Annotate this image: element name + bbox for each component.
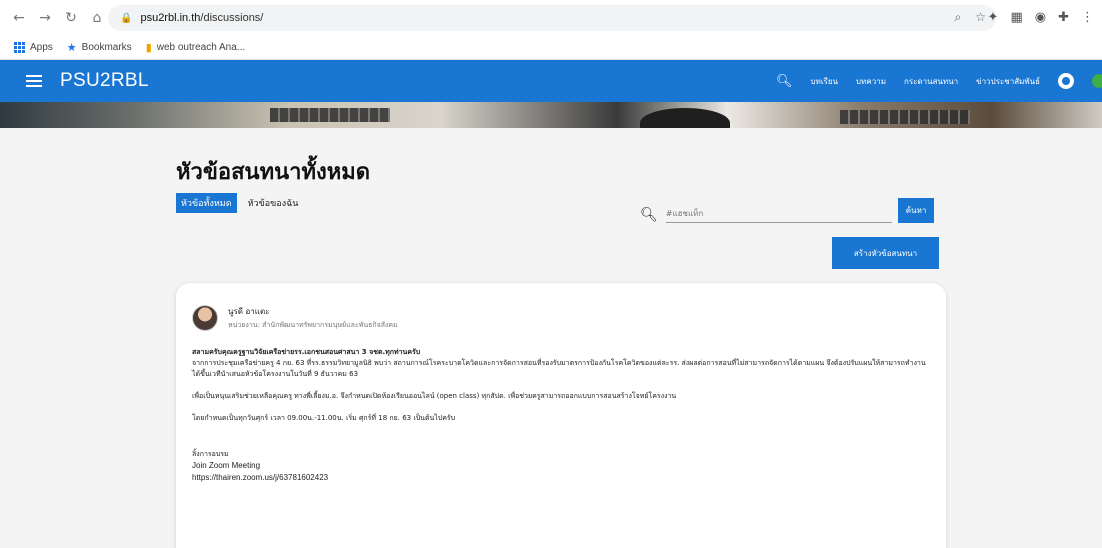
bookmarks-bar: Apps ★ Bookmarks ▮ web outreach Ana... xyxy=(0,36,1102,60)
post-greeting: สลามครับคุณครูฐานวิจัยเครือข่ายรร.เอกชนส… xyxy=(192,348,421,356)
hashtag-search-input[interactable] xyxy=(665,207,892,223)
topic-tabs: หัวข้อทั้งหมด หัวข้อของฉัน xyxy=(176,193,303,213)
account-icon[interactable] xyxy=(1058,73,1074,89)
hero-banner xyxy=(0,102,1102,128)
bookmark-bookmarks[interactable]: ★ Bookmarks xyxy=(67,41,132,54)
back-icon[interactable]: ← xyxy=(8,10,30,26)
browser-toolbar: ← → ↻ ⌂ 🔒 psu2rbl.in.th/discussions/ ⌕ ☆… xyxy=(0,0,1102,36)
bookmark-web-outreach[interactable]: ▮ web outreach Ana... xyxy=(146,41,245,54)
search-button[interactable]: ค้นหา xyxy=(897,198,935,223)
zoom-label: Join Zoom Meeting xyxy=(192,461,261,470)
user-avatar[interactable] xyxy=(1092,74,1102,88)
tab-my-topics[interactable]: หัวข้อของฉัน xyxy=(243,193,304,213)
author-org: หน่วยงาน: สำนักพัฒนาทรัพยากรมนุษย์และพัน… xyxy=(228,321,398,329)
link-label: ลิ้งการอบรม xyxy=(192,450,229,458)
forward-icon[interactable]: → xyxy=(34,10,56,26)
zoom-link[interactable]: https://thairen.zoom.us/j/63781602423 xyxy=(192,472,930,484)
url-host: psu2rbl.in.th xyxy=(140,12,201,24)
search-icon: 🔍︎ xyxy=(640,207,658,223)
post-body: สลามครับคุณครูฐานวิจัยเครือข่ายรร.เอกชนส… xyxy=(192,347,930,424)
star-icon[interactable]: ☆ xyxy=(975,10,986,25)
brand-logo[interactable]: PSU2RBL xyxy=(60,70,149,92)
page-title: หัวข้อสนทนาทั้งหมด xyxy=(176,160,371,185)
menu-dots-icon[interactable]: ⋮ xyxy=(1081,10,1094,25)
search-bar: 🔍︎ ค้นหา xyxy=(640,198,935,223)
camera-icon[interactable]: ◉ xyxy=(1035,10,1046,25)
nav-articles[interactable]: บทความ xyxy=(856,75,886,88)
post-paragraph: จากการประชุมเครือข่ายครู 4 กย. 63 ที่รร.… xyxy=(192,359,926,378)
hamburger-menu-icon[interactable] xyxy=(26,75,42,87)
analytics-icon: ▮ xyxy=(145,42,152,54)
apps-grid-icon xyxy=(14,42,25,53)
discussion-card[interactable]: นูรดี อาแตะ หน่วยงาน: สำนักพัฒนาทรัพยากร… xyxy=(176,283,946,548)
tab-all-topics[interactable]: หัวข้อทั้งหมด xyxy=(176,193,237,213)
extension-icon[interactable]: ✦ xyxy=(988,10,999,25)
url-path: /discussions/ xyxy=(200,12,264,24)
extension-grid-icon[interactable]: ▦ xyxy=(1010,10,1022,25)
zoom-icon[interactable]: ⌕ xyxy=(955,10,962,25)
keyboard-image xyxy=(270,108,390,122)
create-topic-button[interactable]: สร้างหัวข้อสนทนา xyxy=(832,237,939,269)
address-bar[interactable]: 🔒 psu2rbl.in.th/discussions/ ⌕ ☆ xyxy=(108,5,996,31)
banner-object xyxy=(640,108,730,128)
lock-icon: 🔒 xyxy=(120,12,133,24)
keyboard-image-2 xyxy=(840,110,970,124)
bookmark-apps[interactable]: Apps xyxy=(14,42,53,53)
post-paragraph: เพื่อเป็นหนุนเสริมช่วยเหลือคุณครู ทางพี่… xyxy=(192,392,677,400)
home-icon[interactable]: ⌂ xyxy=(86,10,108,26)
app-bar: PSU2RBL 🔍︎ บทเรียน บทความ กระดานสนทนา ข่… xyxy=(0,60,1102,102)
search-icon[interactable]: 🔍︎ xyxy=(776,74,793,89)
star-icon: ★ xyxy=(66,42,77,54)
nav-discussions[interactable]: กระดานสนทนา xyxy=(904,75,958,88)
meeting-links: ลิ้งการอบรม Join Zoom Meeting https://th… xyxy=(192,448,930,484)
reload-icon[interactable]: ↻ xyxy=(60,10,82,26)
nav-lessons[interactable]: บทเรียน xyxy=(810,75,838,88)
author-name: นูรดี อาแตะ xyxy=(228,307,270,316)
post-paragraph: โดยกำหนดเป็นทุกวันศุกร์ เวลา 09.00น.-11.… xyxy=(192,414,456,422)
nav-news[interactable]: ข่าวประชาสัมพันธ์ xyxy=(976,75,1040,88)
puzzle-icon[interactable]: ✚ xyxy=(1058,10,1069,25)
avatar xyxy=(192,305,218,331)
post-author: นูรดี อาแตะ หน่วยงาน: สำนักพัฒนาทรัพยากร… xyxy=(192,305,930,331)
